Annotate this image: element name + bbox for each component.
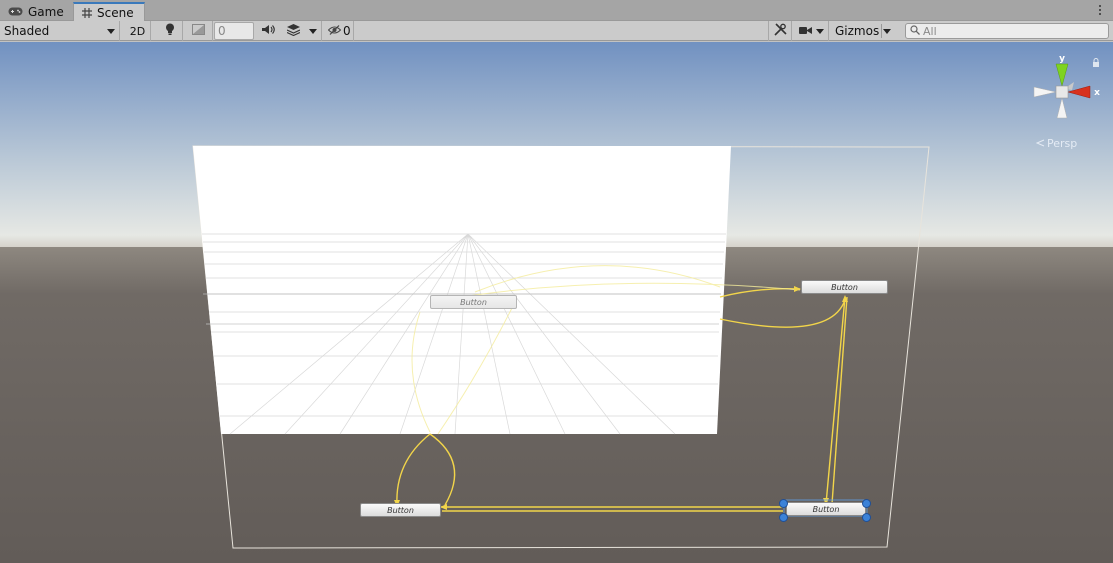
y-axis-cone-icon <box>1055 63 1069 87</box>
scene-visibility-toggle[interactable] <box>282 21 304 41</box>
effects-toggle[interactable] <box>185 21 213 41</box>
lighting-toggle[interactable] <box>157 21 183 41</box>
layers-stack-icon <box>286 23 300 39</box>
gizmo-y-label: y <box>1059 54 1065 64</box>
rect-handle-bottom-right[interactable] <box>862 513 871 522</box>
search-icon <box>910 24 920 38</box>
tab-game[interactable]: Game <box>0 2 72 21</box>
scene-toolbar: Shaded 2D 0 0 Gizmos All <box>0 21 1113 41</box>
neg-x-axis-cone-icon <box>1033 86 1057 98</box>
hidden-objects-toggle[interactable]: 0 <box>324 21 354 41</box>
tab-strip: Game Scene <box>0 0 1113 21</box>
scene-button-bottom-left[interactable]: Button <box>360 503 441 517</box>
audio-toggle[interactable] <box>258 21 278 41</box>
tools-wrench-icon <box>773 23 787 39</box>
tab-scene[interactable]: Scene <box>73 2 145 21</box>
draw-mode-dropdown[interactable]: Shaded <box>0 21 120 41</box>
gizmo-x-label: x <box>1094 88 1100 98</box>
image-effects-icon <box>192 24 205 38</box>
canvas-panel <box>193 146 731 435</box>
grid-hash-icon <box>82 7 92 18</box>
scene-viewport[interactable]: Button Button Button Button y x Persp <box>0 42 1113 563</box>
gamepad-icon <box>8 7 23 16</box>
hidden-objects-count: 0 <box>343 24 351 38</box>
divider <box>880 24 882 38</box>
gizmos-label: Gizmos <box>835 24 880 38</box>
chevron-left-icon <box>1035 137 1045 150</box>
chevron-down-icon <box>107 28 115 34</box>
eye-slash-icon <box>327 24 342 38</box>
scene-button-label: Button <box>387 505 414 515</box>
rect-handle-top-right[interactable] <box>862 499 871 508</box>
tab-scene-label: Scene <box>97 5 134 20</box>
projection-toggle[interactable]: Persp <box>1035 137 1078 150</box>
video-camera-icon <box>799 24 812 38</box>
search-input[interactable] <box>923 24 1103 38</box>
chevron-down-icon <box>308 28 317 34</box>
speaker-icon <box>261 24 275 38</box>
tools-toggle[interactable] <box>768 21 792 41</box>
scene-button-center[interactable]: Button <box>430 295 517 309</box>
rect-handle-bottom-left[interactable] <box>779 513 788 522</box>
projection-label: Persp <box>1047 137 1078 150</box>
neg-y-axis-cone-icon <box>1056 97 1068 119</box>
mode-2d-label: 2D <box>129 24 146 38</box>
scene-button-label: Button <box>831 282 858 292</box>
scene-visibility-dropdown[interactable] <box>304 21 322 41</box>
scene-button-selected[interactable]: Button <box>786 502 866 516</box>
effects-value-field[interactable]: 0 <box>214 22 254 40</box>
scene-button-right[interactable]: Button <box>801 280 888 294</box>
camera-settings-dropdown[interactable] <box>795 21 829 41</box>
scene-button-label: Button <box>460 297 487 307</box>
chevron-down-icon <box>883 28 891 34</box>
scene-button-label: Button <box>812 504 840 514</box>
lock-icon[interactable] <box>1092 56 1100 67</box>
lightbulb-icon <box>165 23 175 39</box>
gizmo-center-cube-icon <box>1055 85 1069 99</box>
scene-render <box>0 42 1113 563</box>
tab-game-label: Game <box>28 4 64 19</box>
mode-2d-toggle[interactable]: 2D <box>125 21 151 41</box>
scene-search-field[interactable] <box>905 23 1109 39</box>
chevron-down-icon <box>816 28 824 34</box>
gizmos-dropdown[interactable]: Gizmos <box>831 21 895 41</box>
rect-handle-top-left[interactable] <box>779 499 788 508</box>
draw-mode-label: Shaded <box>4 24 50 38</box>
kebab-menu-icon[interactable] <box>1095 3 1105 17</box>
